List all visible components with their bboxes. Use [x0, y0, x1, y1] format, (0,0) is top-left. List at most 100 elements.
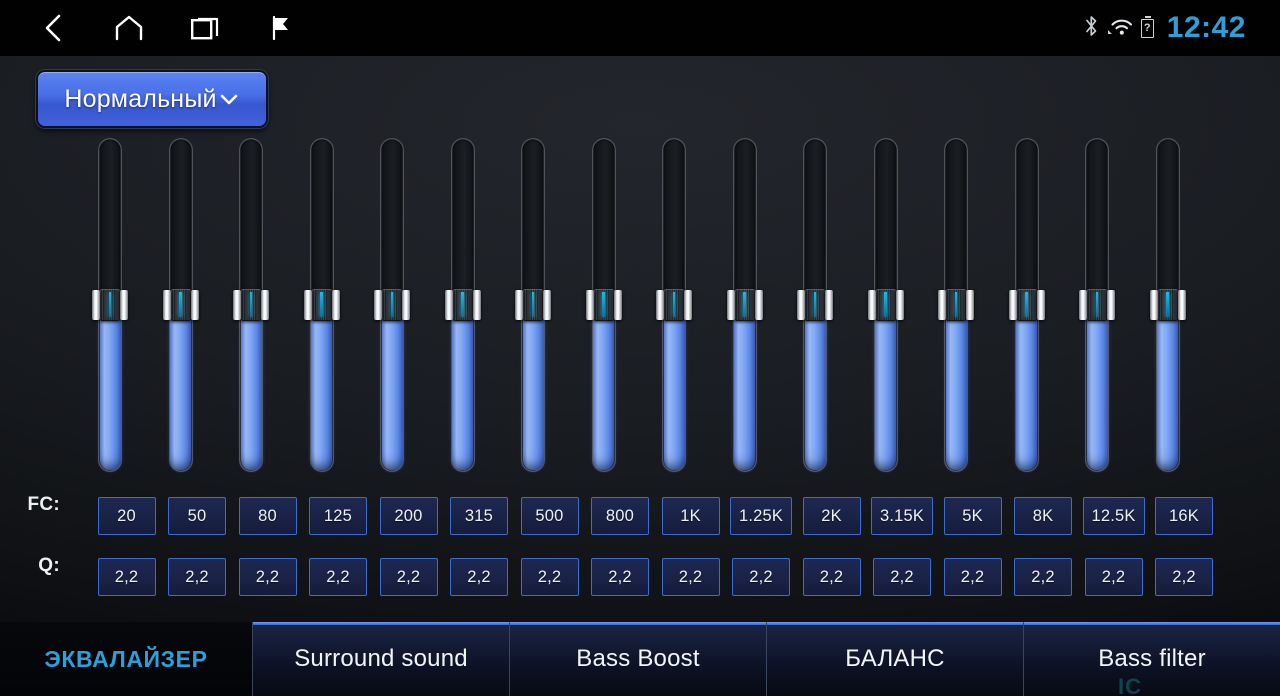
home-icon[interactable] — [112, 11, 146, 45]
slider-thumb-cap-left — [92, 290, 100, 320]
slider-thumb[interactable] — [444, 289, 481, 321]
slider-thumb-cap-right — [190, 290, 199, 320]
fc-value-cell[interactable]: 315 — [450, 497, 508, 535]
tab-5[interactable]: Bass filter — [1023, 622, 1280, 696]
tab-label: БАЛАНС — [845, 645, 945, 672]
fc-value-cell[interactable]: 200 — [379, 497, 438, 535]
fc-value-cell[interactable]: 500 — [520, 497, 579, 535]
eq-band-slider[interactable] — [938, 138, 974, 472]
tab-1[interactable]: ЭКВАЛАЙЗЕР — [0, 622, 252, 696]
status-icons: ? 12:42 — [1084, 13, 1280, 43]
slider-thumb-grip — [946, 289, 966, 321]
q-value-cell[interactable]: 2,2 — [168, 558, 226, 596]
eq-band-slider[interactable] — [444, 138, 481, 472]
q-value-cell[interactable]: 2,2 — [520, 558, 579, 596]
eq-band-slider[interactable] — [303, 138, 340, 472]
eq-band-slider[interactable] — [515, 138, 551, 472]
q-value-cell[interactable]: 2,2 — [238, 558, 297, 596]
slider-thumb-cap-left — [1149, 290, 1158, 320]
slider-thumb-cap-left — [585, 290, 594, 320]
eq-band-slider[interactable] — [233, 138, 269, 472]
slider-thumb[interactable] — [374, 289, 410, 321]
fc-value-cell[interactable]: 16K — [1155, 497, 1213, 535]
slider-fill — [170, 305, 191, 470]
bluetooth-icon — [1084, 14, 1099, 43]
slider-thumb[interactable] — [867, 289, 904, 321]
slider-thumb[interactable] — [92, 289, 128, 321]
eq-band-slider[interactable] — [1079, 138, 1115, 472]
fc-value-cell[interactable]: 5K — [943, 497, 1002, 535]
slider-thumb[interactable] — [797, 289, 833, 321]
q-value-cell[interactable]: 2,2 — [802, 558, 861, 596]
slider-thumb[interactable] — [1149, 289, 1186, 321]
slider-thumb[interactable] — [726, 289, 763, 321]
fc-value-cell[interactable]: 8K — [1014, 497, 1072, 535]
recents-icon[interactable] — [188, 11, 222, 45]
eq-band-slider[interactable] — [374, 138, 410, 472]
slider-thumb[interactable] — [938, 289, 974, 321]
slider-thumb[interactable] — [233, 289, 269, 321]
slider-thumb[interactable] — [1079, 289, 1115, 321]
tab-2[interactable]: Surround sound — [252, 622, 509, 696]
eq-band-slider[interactable] — [726, 138, 763, 472]
q-value-cell[interactable]: 2,2 — [591, 558, 649, 596]
slider-thumb-cap-left — [1008, 290, 1017, 320]
eq-band-slider[interactable] — [92, 138, 128, 472]
fc-value-cell[interactable]: 1K — [661, 497, 720, 535]
fc-value-cell[interactable]: 2K — [802, 497, 861, 535]
fc-value-cell[interactable]: 3.15K — [871, 497, 933, 535]
fc-value-cell[interactable]: 800 — [591, 497, 649, 535]
slider-thumb-cap-left — [162, 290, 171, 320]
slider-thumb[interactable] — [1008, 289, 1045, 321]
q-value-cell[interactable]: 2,2 — [1084, 558, 1143, 596]
eq-band-slider[interactable] — [585, 138, 622, 472]
preset-dropdown-button[interactable]: Нормальный — [36, 70, 268, 128]
preset-selector-wrap: Нормальный — [36, 70, 268, 128]
slider-thumb[interactable] — [585, 289, 622, 321]
wifi-icon — [1106, 15, 1134, 42]
eq-band-slider[interactable] — [797, 138, 833, 472]
clock: 12:42 — [1166, 11, 1246, 44]
tab-label: ЭКВАЛАЙЗЕР — [44, 645, 208, 672]
tab-label: Bass Boost — [576, 645, 700, 672]
slider-thumb-cap-right — [120, 290, 128, 320]
slider-thumb[interactable] — [656, 289, 692, 321]
eq-band-slider[interactable] — [162, 138, 199, 472]
tab-4[interactable]: БАЛАНС — [766, 622, 1023, 696]
q-value-cell[interactable]: 2,2 — [309, 558, 367, 596]
fc-value-cell[interactable]: 20 — [97, 497, 156, 535]
slider-thumb[interactable] — [303, 289, 340, 321]
tab-3[interactable]: Bass Boost — [509, 622, 766, 696]
q-value-cell[interactable]: 2,2 — [732, 558, 790, 596]
q-value-cell[interactable]: 2,2 — [943, 558, 1002, 596]
fc-value-cell[interactable]: 1.25K — [730, 497, 792, 535]
slider-thumb-grip — [664, 289, 684, 321]
q-value-cell[interactable]: 2,2 — [873, 558, 931, 596]
q-value-cell[interactable]: 2,2 — [379, 558, 438, 596]
slider-thumb-cap-left — [303, 290, 312, 320]
slider-thumb[interactable] — [515, 289, 551, 321]
eq-band-slider[interactable] — [867, 138, 904, 472]
eq-band-slider[interactable] — [1149, 138, 1186, 472]
slider-thumb-cap-left — [656, 290, 664, 320]
fc-value-cell[interactable]: 12.5K — [1082, 497, 1145, 535]
q-value-cell[interactable]: 2,2 — [97, 558, 156, 596]
eq-band-slider[interactable] — [656, 138, 692, 472]
fc-value-cell[interactable]: 80 — [238, 497, 297, 535]
slider-thumb-grip — [1087, 289, 1107, 321]
slider-thumb[interactable] — [162, 289, 199, 321]
slider-thumb-grip — [170, 289, 191, 321]
slider-thumb-cap-left — [726, 290, 735, 320]
flag-icon[interactable] — [264, 11, 298, 45]
q-value-cell[interactable]: 2,2 — [1014, 558, 1072, 596]
slider-thumb-grip — [734, 289, 755, 321]
q-value-cell[interactable]: 2,2 — [1155, 558, 1213, 596]
eq-band-slider[interactable] — [1008, 138, 1045, 472]
q-value-cell[interactable]: 2,2 — [661, 558, 720, 596]
back-icon[interactable] — [36, 11, 70, 45]
fc-value-cell[interactable]: 50 — [168, 497, 226, 535]
fc-value-cell[interactable]: 125 — [309, 497, 367, 535]
slider-thumb-cap-left — [938, 290, 946, 320]
slider-fill — [663, 305, 685, 470]
q-value-cell[interactable]: 2,2 — [450, 558, 508, 596]
